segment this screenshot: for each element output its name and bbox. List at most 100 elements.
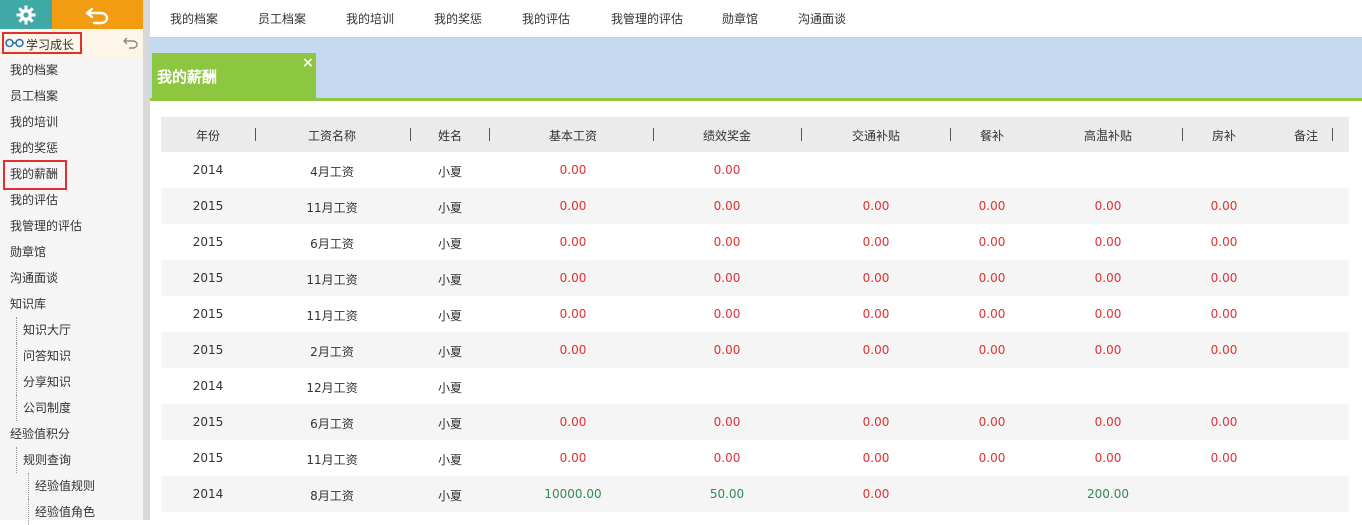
nav-item[interactable]: 我的培训 [346, 10, 394, 27]
table-row[interactable]: 2015 6月工资 小夏 0.00 0.00 0.00 0.00 0.00 0.00 [161, 224, 1349, 260]
table-cell: 0.00 [862, 451, 890, 465]
sidebar-item[interactable]: 勋章馆 [10, 239, 46, 265]
nav-item[interactable]: 沟通面谈 [798, 10, 846, 27]
table-cell: 小夏 [437, 453, 463, 467]
sidebar-item[interactable]: 我的培训 [10, 109, 58, 135]
column-separator [950, 128, 951, 141]
table-cell: 0.00 [862, 307, 890, 321]
table-cell: 0.00 [1094, 271, 1122, 285]
nav-item[interactable]: 我的档案 [170, 10, 218, 27]
nav-item[interactable]: 员工档案 [258, 10, 306, 27]
sidebar-item[interactable]: 员工档案 [10, 83, 58, 109]
sidebar-section-header[interactable]: 学习成长 [0, 29, 143, 57]
table-cell: 0.00 [713, 199, 741, 213]
column-header[interactable]: 备注 [1294, 127, 1318, 144]
nav-item[interactable]: 勋章馆 [722, 10, 758, 27]
sidebar-item[interactable]: 知识库 [10, 291, 46, 317]
table-cell: 小夏 [437, 237, 463, 251]
table-cell: 0.00 [862, 487, 890, 501]
table-cell: 小夏 [437, 309, 463, 323]
table-row[interactable]: 2014 12月工资 小夏 [161, 368, 1349, 404]
column-header[interactable]: 姓名 [438, 127, 462, 144]
sidebar-item[interactable]: 经验值规则 [28, 473, 95, 499]
sidebar-item[interactable]: 分享知识 [16, 369, 71, 395]
tab-bar [150, 38, 1362, 99]
sidebar-item[interactable]: 沟通面谈 [10, 265, 58, 291]
column-separator [255, 128, 256, 141]
sidebar-item[interactable]: 我的评估 [10, 187, 58, 213]
table-cell: 0.00 [1094, 451, 1122, 465]
table-cell: 0.00 [713, 235, 741, 249]
column-header[interactable]: 工资名称 [308, 127, 356, 144]
column-separator [410, 128, 411, 141]
table-row[interactable]: 2015 11月工资 小夏 0.00 0.00 0.00 0.00 0.00 0.00 [161, 260, 1349, 296]
table-cell: 0.00 [1210, 307, 1238, 321]
table-cell: 6月工资 [310, 417, 354, 431]
table-row[interactable]: 2014 4月工资 小夏 0.00 0.00 [161, 152, 1349, 188]
column-header[interactable]: 绩效奖金 [703, 127, 751, 144]
sidebar-item[interactable]: 经验值积分 [10, 421, 70, 447]
table-cell: 0.00 [862, 271, 890, 285]
sidebar-item[interactable]: 我的奖惩 [10, 135, 58, 161]
table-cell: 11月工资 [306, 309, 358, 323]
back-button[interactable] [52, 0, 143, 29]
table-cell: 0.00 [862, 235, 890, 249]
column-separator [801, 128, 802, 141]
column-separator [1100, 128, 1101, 141]
table-cell: 0.00 [559, 451, 587, 465]
sidebar-item[interactable]: 问答知识 [16, 343, 71, 369]
table-cell: 0.00 [1094, 307, 1122, 321]
sidebar-section-label: 学习成长 [26, 38, 75, 52]
nav-item[interactable]: 我的评估 [522, 10, 570, 27]
table-cell: 0.00 [1210, 343, 1238, 357]
column-header[interactable]: 交通补贴 [852, 127, 900, 144]
table-row[interactable]: 2015 6月工资 小夏 0.00 0.00 0.00 0.00 0.00 0.00 [161, 404, 1349, 440]
nav-item[interactable]: 我管理的评估 [611, 10, 683, 27]
sidebar-item[interactable]: 规则查询 [16, 447, 71, 473]
column-header[interactable]: 基本工资 [549, 127, 597, 144]
table-cell: 小夏 [437, 381, 463, 395]
sidebar-item[interactable]: 知识大厅 [16, 317, 71, 343]
table-row[interactable]: 2014 8月工资 小夏 10000.00 50.00 0.00 200.00 [161, 476, 1349, 512]
column-header[interactable]: 年份 [196, 127, 220, 144]
column-header[interactable]: 高温补贴 [1084, 127, 1132, 144]
table-cell: 0.00 [1094, 199, 1122, 213]
table-cell: 小夏 [437, 201, 463, 215]
close-icon[interactable]: × [302, 55, 314, 71]
column-header[interactable]: 餐补 [980, 127, 1004, 144]
sidebar-scrollbar[interactable] [143, 0, 150, 520]
nav-item[interactable]: 我的奖惩 [434, 10, 482, 27]
table-cell: 2015 [192, 235, 224, 249]
table-row[interactable]: 2015 2月工资 小夏 0.00 0.00 0.00 0.00 0.00 0.00 [161, 332, 1349, 368]
table-cell: 小夏 [437, 489, 463, 503]
sidebar-item[interactable]: 我管理的评估 [10, 213, 82, 239]
table-cell: 6月工资 [310, 237, 354, 251]
table-cell: 0.00 [559, 235, 587, 249]
table-cell: 0.00 [1210, 271, 1238, 285]
table-cell: 0.00 [1210, 415, 1238, 429]
table-row[interactable]: 2015 11月工资 小夏 0.00 0.00 0.00 0.00 0.00 0.00 [161, 296, 1349, 332]
table-cell: 0.00 [1094, 343, 1122, 357]
sidebar-item[interactable]: 我的档案 [10, 57, 58, 83]
table-cell: 50.00 [709, 487, 745, 501]
table-cell: 2014 [192, 379, 224, 393]
sidebar-item[interactable]: 经验值角色 [28, 499, 95, 525]
table-cell: 2月工资 [310, 345, 354, 359]
table-cell: 0.00 [713, 343, 741, 357]
table-cell: 11月工资 [306, 201, 358, 215]
settings-button[interactable] [0, 0, 52, 29]
table-cell: 11月工资 [306, 453, 358, 467]
table-cell: 2015 [192, 451, 224, 465]
table-cell: 0.00 [1210, 451, 1238, 465]
table-cell: 0.00 [862, 343, 890, 357]
table-cell: 0.00 [978, 451, 1006, 465]
table-cell: 0.00 [559, 343, 587, 357]
table-row[interactable]: 2015 11月工资 小夏 0.00 0.00 0.00 0.00 0.00 0.00 [161, 440, 1349, 476]
table-cell: 0.00 [978, 199, 1006, 213]
column-header[interactable]: 房补 [1212, 127, 1236, 144]
table-row[interactable]: 2015 11月工资 小夏 0.00 0.00 0.00 0.00 0.00 0.00 [161, 188, 1349, 224]
sidebar-item[interactable]: 公司制度 [16, 395, 71, 421]
table-cell: 0.00 [713, 163, 741, 177]
undo-icon[interactable] [123, 37, 139, 49]
tab-title: 我的薪酬 [157, 68, 218, 86]
